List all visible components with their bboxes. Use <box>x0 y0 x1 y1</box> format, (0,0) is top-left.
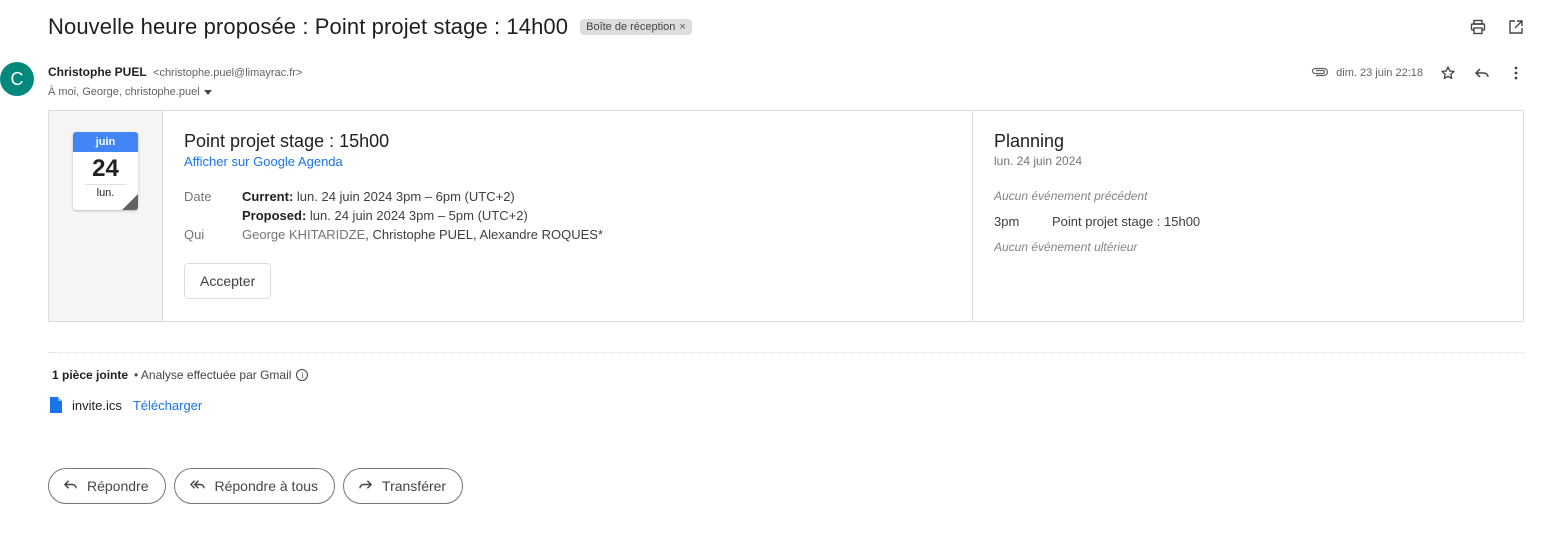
attachment-filename[interactable]: invite.ics <box>72 398 122 413</box>
reply-icon <box>63 477 78 495</box>
paperclip-icon <box>1311 64 1329 82</box>
email-toolbar <box>1469 18 1525 36</box>
agenda-event-title: Point projet stage : 15h00 <box>1052 214 1201 229</box>
agenda-event[interactable]: 3pm Point projet stage : 15h00 <box>994 214 1200 229</box>
agenda-event-time: 3pm <box>994 214 1020 229</box>
calendar-fold-corner <box>122 194 138 210</box>
star-icon[interactable] <box>1439 64 1457 82</box>
view-in-google-calendar-link[interactable]: Afficher sur Google Agenda <box>184 154 343 169</box>
proposed-time: Proposed: lun. 24 juin 2024 3pm – 5pm (U… <box>242 206 528 225</box>
reply-label: Répondre <box>87 478 149 494</box>
attachments-header: 1 pièce jointe • Analyse effectuée par G… <box>52 368 309 382</box>
event-title: Point projet stage : 15h00 <box>184 131 390 151</box>
reply-all-button[interactable]: Répondre à tous <box>173 468 336 504</box>
calendar-icon: juin 24 lun. <box>73 132 138 210</box>
attachment-count: 1 pièce jointe <box>52 368 129 382</box>
date-proposed-row: Proposed: lun. 24 juin 2024 3pm – 5pm (U… <box>184 206 603 225</box>
reply-all-label: Répondre à tous <box>214 478 319 494</box>
more-vert-icon[interactable] <box>1507 64 1525 82</box>
forward-label: Transférer <box>382 478 447 494</box>
reply-all-icon <box>189 477 206 495</box>
guests-row: Qui George KHITARIDZE, Christophe PUEL, … <box>184 225 603 244</box>
date-label: Date <box>184 189 212 204</box>
agenda-panel: Planning lun. 24 juin 2024 Aucun événeme… <box>973 111 1523 321</box>
sender-avatar[interactable]: C <box>0 62 34 96</box>
attachment-item: invite.ics Télécharger <box>50 397 202 413</box>
guest-george: George KHITARIDZE <box>242 227 366 242</box>
reply-icon[interactable] <box>1473 64 1491 82</box>
open-in-new-icon[interactable] <box>1507 18 1525 36</box>
guest-list: George KHITARIDZE, Christophe PUEL, Alex… <box>242 225 603 244</box>
inbox-label-chip[interactable]: Boîte de réception × <box>580 19 692 35</box>
calendar-invite-card: juin 24 lun. Point projet stage : 15h00 … <box>48 110 1524 322</box>
forward-icon <box>358 477 373 495</box>
chevron-down-icon[interactable] <box>203 89 212 95</box>
attachment-divider <box>48 352 1524 353</box>
recipients-text: À moi, George, christophe.puel <box>48 86 200 98</box>
calendar-weekday: lun. <box>85 184 126 199</box>
forward-button[interactable]: Transférer <box>343 468 464 504</box>
date-current-row: Date Current: lun. 24 juin 2024 3pm – 6p… <box>184 187 603 206</box>
current-label: Current: <box>242 189 294 204</box>
reply-button[interactable]: Répondre <box>48 468 166 504</box>
sender-line: Christophe PUEL <christophe.puel@limayra… <box>48 65 302 79</box>
agenda-date: lun. 24 juin 2024 <box>994 154 1083 168</box>
message-meta: dim. 23 juin 22:18 <box>1311 64 1525 82</box>
download-link[interactable]: Télécharger <box>133 398 202 413</box>
no-next-event: Aucun événement ultérieur <box>994 240 1138 254</box>
email-subject: Nouvelle heure proposée : Point projet s… <box>48 14 569 39</box>
event-info: Date Current: lun. 24 juin 2024 3pm – 6p… <box>184 187 603 244</box>
message-date: dim. 23 juin 22:18 <box>1336 67 1423 79</box>
invite-details: Point projet stage : 15h00 Afficher sur … <box>163 111 973 321</box>
calendar-day: 24 <box>92 155 119 182</box>
guest-others: , Christophe PUEL, Alexandre ROQUES* <box>365 227 604 242</box>
sender-name[interactable]: Christophe PUEL <box>48 65 147 79</box>
date-with-attachment: dim. 23 juin 22:18 <box>1311 64 1423 82</box>
scan-note: • Analyse effectuée par Gmail <box>134 368 292 382</box>
remove-label-button[interactable]: × <box>679 21 685 33</box>
calendar-month: juin <box>73 132 138 152</box>
current-value: lun. 24 juin 2024 3pm – 6pm (UTC+2) <box>293 189 515 204</box>
reply-actions: Répondre Répondre à tous Transférer <box>48 468 464 504</box>
proposed-value: lun. 24 juin 2024 3pm – 5pm (UTC+2) <box>306 208 528 223</box>
sender-email: <christophe.puel@limayrac.fr> <box>153 67 303 79</box>
proposed-label: Proposed: <box>242 208 307 223</box>
info-icon[interactable]: i <box>296 369 309 381</box>
who-label: Qui <box>184 227 205 242</box>
email-header: Nouvelle heure proposée : Point projet s… <box>48 14 692 40</box>
accept-button[interactable]: Accepter <box>184 263 272 299</box>
file-icon <box>50 397 62 413</box>
no-previous-event: Aucun événement précédent <box>994 189 1148 203</box>
invite-date-panel: juin 24 lun. <box>49 111 163 321</box>
printer-icon[interactable] <box>1469 18 1487 36</box>
agenda-title: Planning <box>994 131 1065 151</box>
recipients-toggle[interactable]: À moi, George, christophe.puel <box>48 86 212 98</box>
current-time: Current: lun. 24 juin 2024 3pm – 6pm (UT… <box>242 187 515 206</box>
inbox-label-text: Boîte de réception <box>586 21 676 33</box>
